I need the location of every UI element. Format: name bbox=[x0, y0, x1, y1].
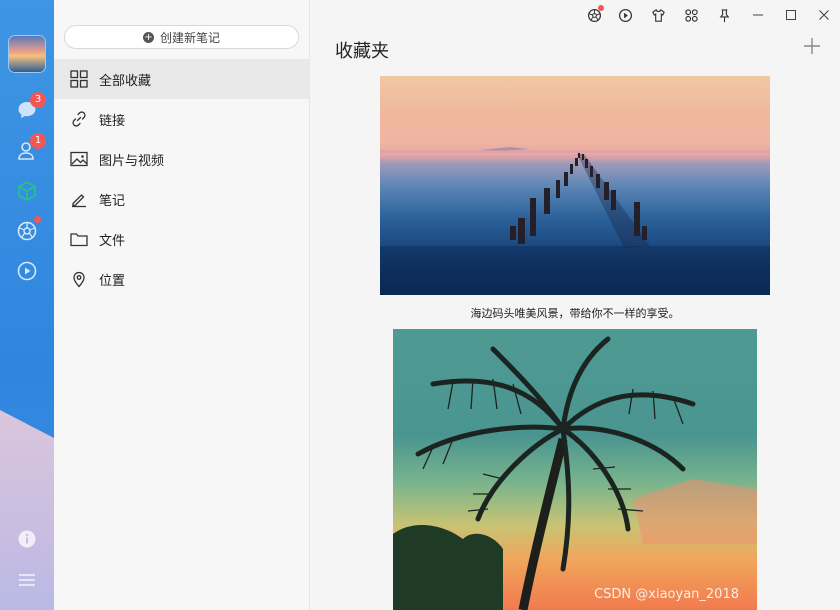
add-favorite-button[interactable] bbox=[802, 37, 822, 57]
moments-dot bbox=[34, 216, 41, 223]
sidebar-item-files[interactable]: 文件 bbox=[54, 219, 309, 259]
messages-badge: 3 bbox=[30, 92, 46, 108]
menu-icon[interactable] bbox=[15, 568, 39, 592]
create-note-label: 创建新笔记 bbox=[159, 30, 220, 45]
sidebar-item-label: 链接 bbox=[99, 113, 126, 129]
notification-dot bbox=[598, 5, 604, 11]
pin-icon[interactable] bbox=[716, 7, 732, 23]
minimize-icon[interactable] bbox=[750, 7, 766, 23]
close-icon[interactable] bbox=[816, 7, 832, 23]
favorite-image-pier[interactable] bbox=[380, 76, 770, 295]
chat-icon[interactable]: 3 bbox=[15, 92, 46, 122]
sidebar-item-notes[interactable]: 笔记 bbox=[54, 179, 309, 219]
avatar[interactable] bbox=[9, 36, 45, 72]
favorite-image-palm[interactable]: CSDN @xiaoyan_2018 bbox=[393, 329, 757, 610]
sidebar-item-label: 全部收藏 bbox=[99, 73, 152, 89]
moments-aperture-icon[interactable] bbox=[586, 5, 604, 23]
contacts-badge: 1 bbox=[30, 133, 46, 149]
main-panel: 收藏夹 海边码头唯美风景，带给你不一样的享受。 CSDN @xiaoyan_20… bbox=[310, 0, 840, 610]
play-icon[interactable] bbox=[617, 7, 633, 23]
left-rail: 3 1 bbox=[0, 0, 54, 610]
plus-icon bbox=[804, 38, 820, 54]
mini-apps-icon[interactable] bbox=[683, 7, 699, 23]
favorites-sidebar: + 创建新笔记 全部收藏 链接 图片与视频 笔记 文件 位置 bbox=[54, 0, 310, 610]
pen-icon bbox=[72, 194, 86, 208]
favorites-menu: 全部收藏 链接 图片与视频 笔记 文件 位置 bbox=[54, 59, 309, 299]
folder-icon bbox=[70, 233, 88, 247]
video-play-icon[interactable] bbox=[15, 259, 39, 283]
image-icon bbox=[70, 151, 88, 167]
sidebar-item-all[interactable]: 全部收藏 bbox=[54, 59, 309, 99]
page-title: 收藏夹 bbox=[335, 41, 389, 62]
contacts-icon[interactable]: 1 bbox=[15, 133, 46, 163]
sidebar-item-location[interactable]: 位置 bbox=[54, 259, 309, 299]
titlebar bbox=[310, 0, 840, 30]
pier-sunset-image bbox=[380, 147, 770, 295]
sidebar-item-label: 文件 bbox=[99, 233, 126, 249]
maximize-icon[interactable] bbox=[783, 7, 799, 23]
create-note-button[interactable]: + 创建新笔记 bbox=[64, 25, 299, 49]
sidebar-item-label: 位置 bbox=[99, 273, 126, 289]
watermark-text: CSDN @xiaoyan_2018 bbox=[594, 587, 739, 602]
palm-tree-image bbox=[393, 336, 757, 610]
sidebar-item-links[interactable]: 链接 bbox=[54, 99, 309, 139]
sidebar-item-label: 图片与视频 bbox=[99, 153, 165, 169]
skin-shirt-icon[interactable] bbox=[650, 7, 666, 23]
plus-icon: + bbox=[142, 31, 154, 43]
link-icon bbox=[72, 111, 86, 127]
info-icon[interactable] bbox=[15, 527, 39, 551]
moments-aperture-icon[interactable] bbox=[15, 216, 41, 243]
favorites-cube-icon[interactable] bbox=[15, 179, 39, 203]
sidebar-item-label: 笔记 bbox=[99, 193, 126, 209]
image-caption: 海边码头唯美风景，带给你不一样的享受。 bbox=[470, 307, 680, 320]
sidebar-item-media[interactable]: 图片与视频 bbox=[54, 139, 309, 179]
location-icon bbox=[73, 271, 85, 288]
grid-icon bbox=[70, 70, 88, 88]
